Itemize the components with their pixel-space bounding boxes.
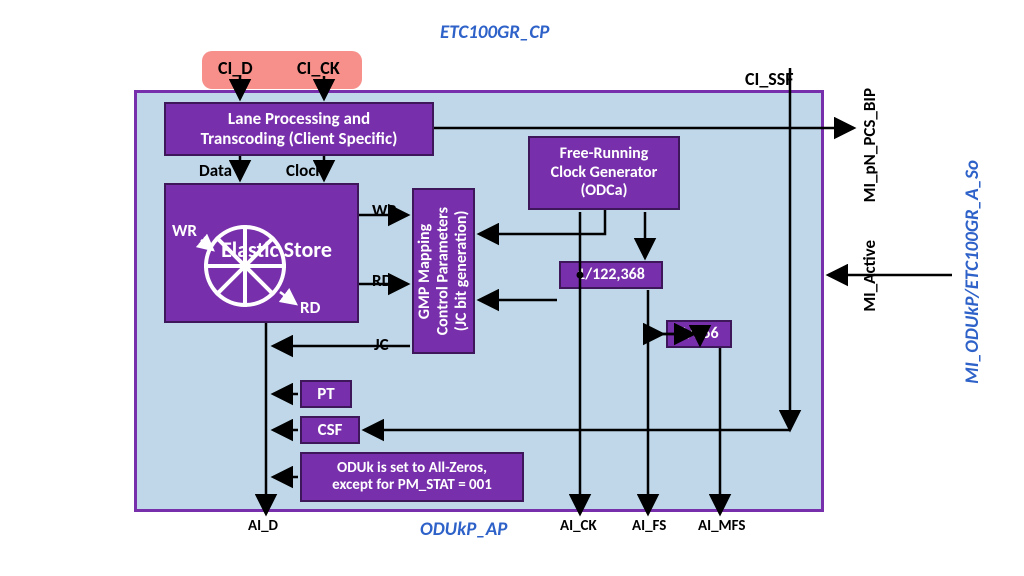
connections-icon xyxy=(0,0,1024,576)
